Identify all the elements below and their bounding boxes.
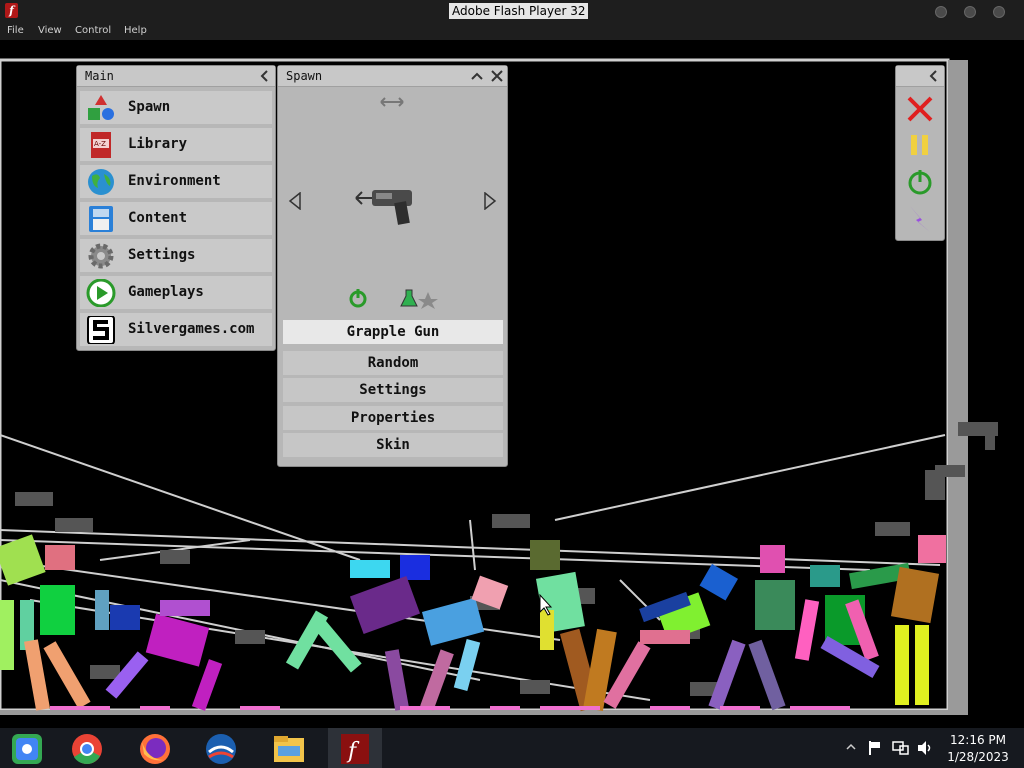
- gear-icon: [88, 243, 114, 269]
- floor: [0, 710, 968, 715]
- menu-item-label: Environment: [128, 173, 221, 189]
- favorite-flask-icon[interactable]: [400, 288, 440, 310]
- play-icon: [86, 279, 116, 307]
- pause-icon[interactable]: [908, 133, 932, 157]
- menu-view[interactable]: View: [38, 25, 62, 36]
- book-icon: A-Z: [91, 132, 111, 158]
- grapple-gun-icon: [355, 190, 412, 225]
- main-panel: Main Spawn A-Z Library Environment Conte…: [76, 65, 276, 351]
- menu-item-library[interactable]: A-Z Library: [80, 128, 272, 161]
- menu-item-settings[interactable]: Settings: [80, 239, 272, 272]
- activate-icon[interactable]: [348, 288, 368, 308]
- menu-item-label: Gameplays: [128, 284, 204, 300]
- properties-button[interactable]: Properties: [283, 406, 503, 430]
- window-title: Adobe Flash Player 32: [449, 3, 589, 19]
- next-item-icon[interactable]: [483, 192, 497, 210]
- volume-icon[interactable]: [916, 740, 934, 756]
- flash-player-icon[interactable]: f: [334, 730, 376, 768]
- menu-file[interactable]: File: [7, 25, 24, 36]
- main-panel-title: Main: [85, 69, 114, 83]
- menu-item-label: Spawn: [128, 99, 171, 115]
- spawn-panel-title: Spawn: [286, 69, 323, 83]
- close-icon[interactable]: [906, 95, 934, 123]
- power-icon[interactable]: [906, 168, 934, 196]
- close-window-button[interactable]: [993, 6, 1005, 18]
- window-titlebar: f Adobe Flash Player 32: [0, 0, 1024, 22]
- menu-item-label: Content: [128, 210, 188, 226]
- globe-icon: [88, 169, 114, 195]
- file-explorer-icon[interactable]: [268, 730, 310, 768]
- menu-help[interactable]: Help: [124, 25, 147, 36]
- silvergames-logo-icon: [87, 316, 115, 344]
- spawn-settings-button[interactable]: Settings: [283, 378, 503, 402]
- shapes-icon: [88, 95, 114, 120]
- maximize-button[interactable]: [964, 6, 976, 18]
- selected-item-button[interactable]: Grapple Gun: [283, 320, 503, 344]
- taskbar: f 12:16 PM 1/28/2023: [0, 728, 1024, 768]
- menu-item-content[interactable]: Content: [80, 202, 272, 235]
- chrome-remote-icon[interactable]: [6, 730, 48, 768]
- menu-control[interactable]: Control: [75, 25, 111, 36]
- svg-text:A-Z: A-Z: [94, 140, 106, 148]
- menu-item-label: Library: [128, 136, 188, 152]
- minimize-button[interactable]: [935, 6, 947, 18]
- flash-app-icon: f: [5, 3, 18, 18]
- collapse-left-icon[interactable]: [259, 70, 271, 82]
- close-panel-icon[interactable]: [491, 70, 503, 82]
- resize-arrows-icon[interactable]: [380, 97, 404, 107]
- menu-item-label: Settings: [128, 247, 196, 263]
- flag-icon[interactable]: [867, 740, 883, 756]
- skin-button[interactable]: Skin: [283, 433, 503, 457]
- menu-item-silvergames[interactable]: Silvergames.com: [80, 313, 272, 346]
- clock-date[interactable]: 1/28/2023: [946, 750, 1010, 764]
- firefox-icon[interactable]: [134, 730, 176, 768]
- random-button[interactable]: Random: [283, 351, 503, 375]
- previous-item-icon[interactable]: [288, 192, 302, 210]
- floppy-icon: [89, 206, 113, 232]
- lightning-icon[interactable]: [906, 204, 934, 234]
- menu-item-spawn[interactable]: Spawn: [80, 91, 272, 124]
- menubar: File View Control Help: [0, 22, 1024, 40]
- clock-time[interactable]: 12:16 PM: [950, 733, 1006, 747]
- spawn-panel-header: Spawn: [278, 66, 507, 87]
- control-panel: [895, 65, 945, 241]
- main-panel-header: Main: [77, 66, 275, 87]
- show-hidden-icons-icon[interactable]: [846, 742, 856, 752]
- collapse-up-icon[interactable]: [471, 70, 483, 82]
- menu-item-label: Silvergames.com: [128, 321, 255, 337]
- right-wall: [948, 60, 968, 710]
- chrome-icon[interactable]: [66, 730, 108, 768]
- menu-item-environment[interactable]: Environment: [80, 165, 272, 198]
- menu-item-gameplays[interactable]: Gameplays: [80, 276, 272, 309]
- spawn-panel: Spawn Grapple Gun Random Settings Proper…: [277, 65, 508, 467]
- control-panel-header: [896, 66, 944, 87]
- obama-icon[interactable]: [200, 730, 242, 768]
- particles: [50, 706, 850, 710]
- network-icon[interactable]: [892, 740, 910, 756]
- collapse-left-icon[interactable]: [928, 70, 940, 82]
